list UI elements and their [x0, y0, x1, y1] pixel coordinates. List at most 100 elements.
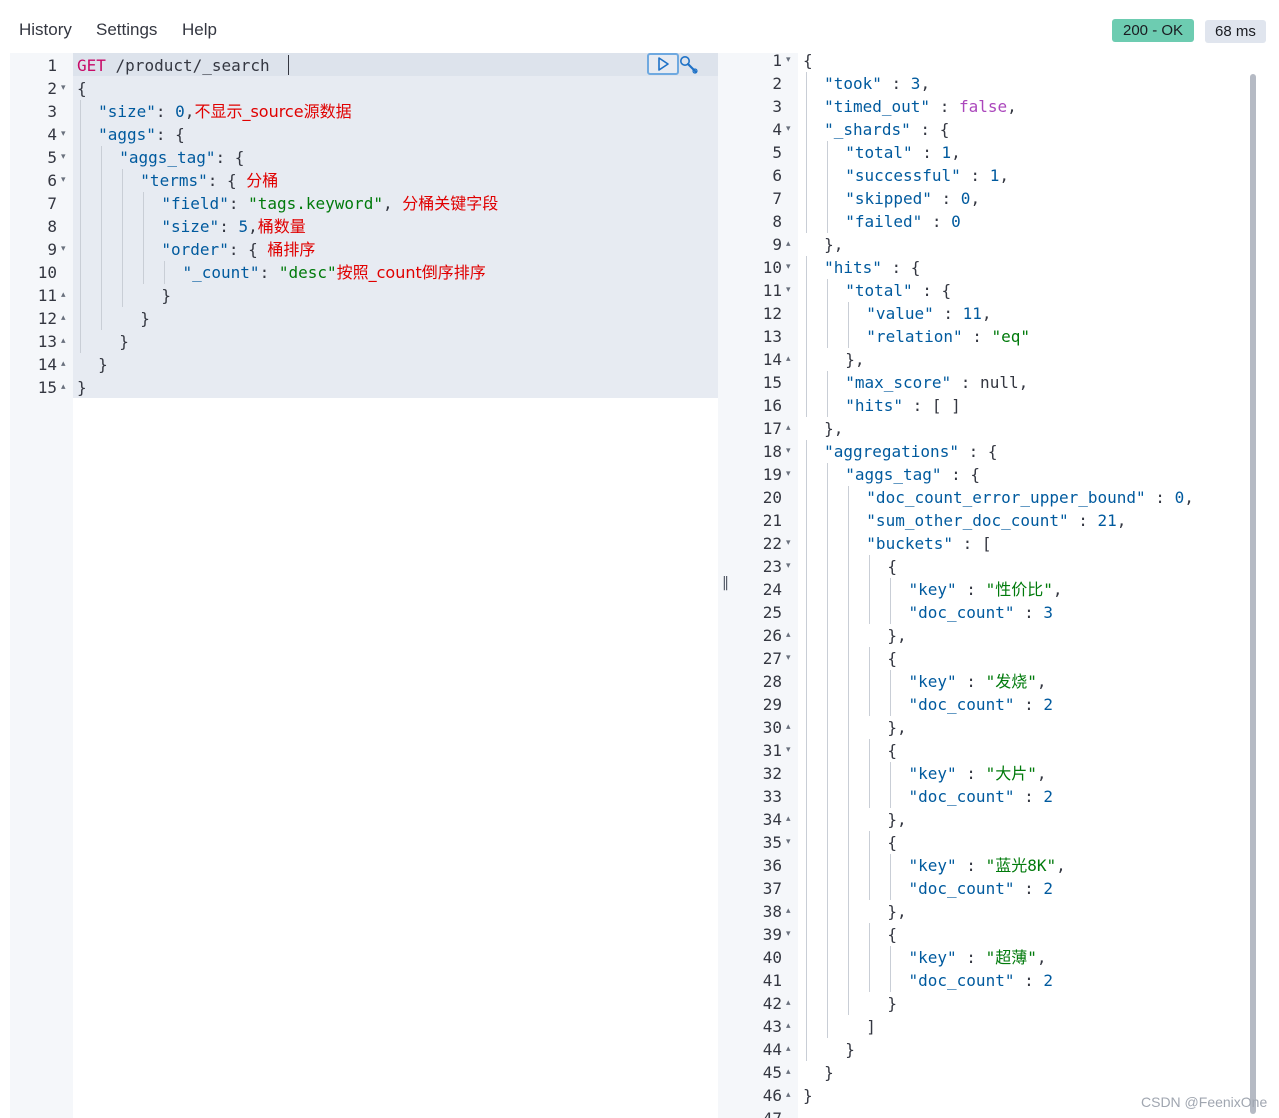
fold-open-icon[interactable]: ▾ [786, 647, 791, 670]
run-button[interactable] [647, 53, 679, 75]
indent-guide [80, 238, 81, 261]
code-token: "order" [161, 240, 229, 259]
fold-close-icon[interactable]: ▴ [786, 624, 791, 647]
indent-guide [806, 785, 807, 808]
fold-close-icon[interactable]: ▴ [786, 348, 791, 371]
fold-open-icon[interactable]: ▾ [61, 169, 66, 192]
line-number: 8 [47, 217, 57, 236]
indent-guide [806, 164, 807, 187]
indent-guide [143, 192, 145, 215]
request-editor[interactable]: 1 GET /product/_search 2 ▾{3 "size": 0,不显示_s… [10, 53, 718, 1118]
indent-guide [869, 831, 871, 854]
code-text: "value" : 11, [866, 302, 991, 325]
code-token: , [970, 189, 981, 208]
resize-handle-icon[interactable]: ‖ [722, 575, 729, 591]
code-line: 3 "timed_out" : false, [736, 95, 1256, 118]
code-text: "aggs": { [98, 123, 185, 146]
fold-close-icon[interactable]: ▴ [786, 900, 791, 923]
fold-close-icon[interactable]: ▴ [786, 808, 791, 831]
fold-close-icon[interactable]: ▴ [786, 417, 791, 440]
code-token: "key" [908, 856, 957, 875]
indent-guide [827, 693, 829, 716]
indent-guide [890, 762, 892, 785]
indent-guide [827, 302, 829, 325]
fold-open-icon[interactable]: ▾ [786, 831, 791, 854]
code-line: 38 ▴}, [736, 900, 1256, 923]
code-text: "_count": "desc"按照_count倒序排序 [183, 261, 486, 284]
line-number: 14 [762, 350, 782, 369]
menu-history[interactable]: History [19, 20, 72, 40]
code-text: { [887, 647, 897, 670]
code-token: 1 [989, 166, 1000, 185]
indent-guide [827, 578, 829, 601]
fold-close-icon[interactable]: ▴ [61, 307, 66, 330]
indent-guide [890, 785, 892, 808]
line-number: 37 [762, 879, 782, 898]
response-viewer[interactable]: 1 ▾{2 "took" : 3, 3 "timed_out" : false, 4 ▾ "_… [736, 53, 1256, 1118]
menu-help[interactable]: Help [182, 20, 217, 40]
response-scrollbar-track[interactable] [1256, 53, 1279, 1118]
line-number: 10 [37, 263, 57, 282]
code-token: "relation" [866, 327, 963, 346]
indent-guide [848, 555, 850, 578]
indent-guide [848, 854, 850, 877]
menu-settings[interactable]: Settings [96, 20, 157, 40]
indent-guide [869, 693, 871, 716]
fold-close-icon[interactable]: ▴ [786, 992, 791, 1015]
indent-guide [122, 215, 124, 238]
fold-open-icon[interactable]: ▾ [61, 123, 66, 146]
fold-open-icon[interactable]: ▾ [786, 256, 791, 279]
wrench-button[interactable] [678, 54, 700, 76]
fold-close-icon[interactable]: ▴ [786, 1015, 791, 1038]
fold-open-icon[interactable]: ▾ [786, 923, 791, 946]
fold-open-icon[interactable]: ▾ [61, 238, 66, 261]
fold-close-icon[interactable]: ▴ [61, 284, 66, 307]
indent-guide [806, 555, 807, 578]
indent-guide [143, 261, 145, 284]
line-number: 23 [762, 557, 782, 576]
fold-open-icon[interactable]: ▾ [786, 118, 791, 141]
indent-guide [806, 348, 807, 371]
fold-open-icon[interactable]: ▾ [786, 279, 791, 302]
code-token: "failed" [845, 212, 923, 231]
code-line: 7 "skipped" : 0, [736, 187, 1256, 210]
fold-close-icon[interactable]: ▴ [786, 1084, 791, 1107]
fold-open-icon[interactable]: ▾ [786, 53, 791, 72]
fold-open-icon[interactable]: ▾ [61, 146, 66, 169]
code-token: { [887, 925, 898, 944]
fold-close-icon[interactable]: ▴ [786, 1038, 791, 1061]
code-text: "key" : "超薄", [909, 946, 1047, 969]
code-token: } [98, 355, 108, 374]
response-scrollbar-thumb[interactable] [1250, 74, 1256, 1114]
indent-guide [869, 647, 871, 670]
fold-open-icon[interactable]: ▾ [786, 440, 791, 463]
line-number: 12 [37, 309, 57, 328]
fold-open-icon[interactable]: ▾ [61, 77, 66, 100]
fold-open-icon[interactable]: ▾ [786, 739, 791, 762]
fold-open-icon[interactable]: ▾ [786, 532, 791, 555]
code-token: "aggregations" [824, 442, 959, 461]
code-token: "sum_other_doc_count" [866, 511, 1069, 530]
line-number: 11 [762, 281, 782, 300]
code-token: "key" [908, 672, 957, 691]
play-icon [658, 57, 669, 71]
fold-close-icon[interactable]: ▴ [786, 1061, 791, 1084]
fold-close-icon[interactable]: ▴ [61, 330, 66, 353]
pane-resize-divider[interactable]: ‖ [718, 53, 736, 1118]
line-number: 4 [47, 125, 57, 144]
code-line: 9 ▾ "order": { 桶排序 [10, 238, 718, 261]
indent-guide [827, 279, 829, 302]
fold-open-icon[interactable]: ▾ [786, 555, 791, 578]
indent-guide [890, 854, 892, 877]
fold-close-icon[interactable]: ▴ [786, 716, 791, 739]
code-token: : { [228, 240, 268, 259]
fold-close-icon[interactable]: ▴ [61, 376, 66, 399]
code-token: : [956, 580, 986, 599]
code-token: , [184, 102, 195, 121]
line-number: 31 [762, 741, 782, 760]
fold-open-icon[interactable]: ▾ [786, 463, 791, 486]
fold-close-icon[interactable]: ▴ [786, 233, 791, 256]
code-token: "tags.keyword" [248, 194, 383, 213]
fold-close-icon[interactable]: ▴ [61, 353, 66, 376]
code-text: "max_score" : null, [845, 371, 1028, 394]
